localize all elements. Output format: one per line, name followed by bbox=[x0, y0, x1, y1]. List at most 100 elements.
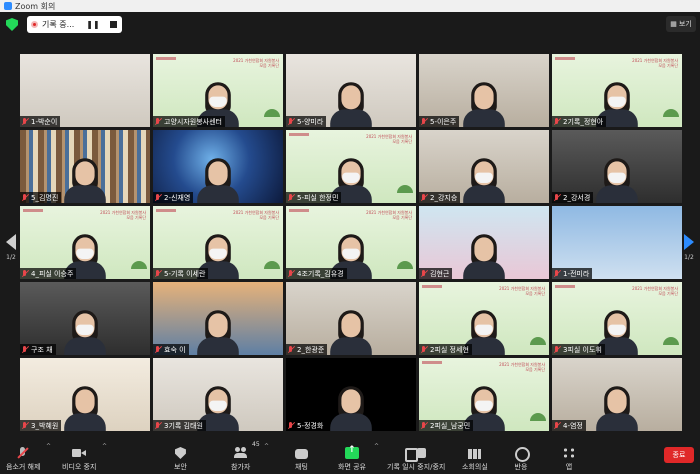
muted-mic-icon bbox=[21, 421, 29, 430]
record-control-label: 기록 일시 중지/중지 bbox=[387, 463, 446, 471]
participant-video bbox=[63, 153, 108, 203]
participant-tile[interactable]: 김현근 bbox=[419, 206, 549, 279]
participant-tile[interactable]: 5-양미라 bbox=[286, 54, 416, 127]
participant-tile[interactable]: 3기록 김태원 bbox=[153, 358, 283, 431]
participant-tile[interactable]: 구조 채 bbox=[20, 282, 150, 355]
security-button[interactable]: 보안 bbox=[174, 440, 187, 472]
participants-label: 참가자 bbox=[231, 463, 251, 471]
participant-tile[interactable]: 2_한광준 bbox=[286, 282, 416, 355]
chat-button[interactable]: 채팅 bbox=[295, 440, 308, 472]
participant-tile[interactable]: 2021 가천연합회 자원봉사 모음 기록단 4_피실 이승주 bbox=[20, 206, 150, 279]
participant-name-bar: 5-기록 이세란 bbox=[153, 268, 209, 279]
participant-tile[interactable]: 2021 가천연합회 자원봉사 모음 기록단 2기록_정현아 bbox=[552, 54, 682, 127]
muted-mic-icon bbox=[420, 117, 428, 126]
participant-tile[interactable]: 2021 가천연합회 자원봉사 모음 기록단고양시자원봉사센터 bbox=[153, 54, 283, 127]
muted-mic-icon bbox=[154, 269, 162, 278]
participant-tile[interactable]: 1-박순이 bbox=[20, 54, 150, 127]
stop-recording-icon[interactable] bbox=[109, 21, 117, 28]
virtual-background-banner: 2021 가천연합회 자원봉사 모음 기록단 bbox=[632, 286, 678, 296]
participant-name-bar: 2기록_정현아 bbox=[552, 116, 607, 127]
muted-mic-icon bbox=[553, 269, 561, 278]
muted-mic-icon bbox=[420, 269, 428, 278]
participant-tile[interactable]: 2-신재영 bbox=[153, 130, 283, 203]
muted-mic-icon bbox=[21, 117, 29, 126]
participants-chevron-icon[interactable]: ^ bbox=[264, 443, 269, 450]
apps-button[interactable]: 앱 bbox=[562, 440, 576, 472]
muted-mic-icon bbox=[287, 345, 295, 354]
participant-tile[interactable]: 효숙 이 bbox=[153, 282, 283, 355]
participant-name-bar: 4조기록_김유경 bbox=[286, 268, 347, 279]
end-meeting-button[interactable]: 종료 bbox=[664, 447, 694, 463]
muted-mic-icon bbox=[21, 269, 29, 278]
reactions-button[interactable]: 반응 bbox=[514, 440, 530, 472]
participant-video bbox=[462, 229, 507, 279]
audio-options-chevron-icon[interactable]: ^ bbox=[46, 443, 51, 450]
virtual-background-banner: 2021 가천연합회 자원봉사 모음 기록단 bbox=[233, 58, 279, 68]
unmute-button[interactable]: 음소거 해제 bbox=[6, 440, 40, 472]
record-dot-icon bbox=[31, 21, 38, 28]
pause-stop-recording-button[interactable]: 기록 일시 중지/중지 bbox=[387, 440, 445, 472]
pause-recording-icon[interactable]: ❚❚ bbox=[86, 20, 99, 29]
participant-name: 5-이은주 bbox=[430, 117, 457, 126]
organization-logo-icon bbox=[422, 285, 442, 288]
muted-mic-icon bbox=[287, 193, 295, 202]
virtual-background-banner: 2021 가천연합회 자원봉사 모음 기록단 bbox=[499, 286, 545, 296]
view-button[interactable]: ▦ 보기 bbox=[666, 16, 696, 32]
participant-tile[interactable]: 5-이은주 bbox=[419, 54, 549, 127]
participant-tile[interactable]: 4-염정 bbox=[552, 358, 682, 431]
participant-name: 3_박혜원 bbox=[31, 421, 59, 430]
muted-mic-icon bbox=[154, 345, 162, 354]
share-screen-button[interactable]: 화면 공유 bbox=[338, 440, 366, 472]
virtual-background-banner: 2021 가천연합회 자원봉사 모음 기록단 bbox=[632, 58, 678, 68]
participant-name-bar: 3기록 김태원 bbox=[153, 420, 206, 431]
participant-name: 3피실 이도휘 bbox=[563, 345, 602, 354]
participant-name: 2_강서경 bbox=[563, 193, 591, 202]
participant-video bbox=[462, 153, 507, 203]
participant-name: 1-박순이 bbox=[31, 117, 58, 126]
participant-name-bar: 2_한광준 bbox=[286, 344, 328, 355]
muted-mic-icon bbox=[553, 421, 561, 430]
participant-tile[interactable]: 2021 가천연합회 자원봉사 모음 기록단 5-기록 이세란 bbox=[153, 206, 283, 279]
participant-name-bar: 3_박혜원 bbox=[20, 420, 62, 431]
participant-tile[interactable]: 2021 가천연합회 자원봉사 모음 기록단 5-피실 한정민 bbox=[286, 130, 416, 203]
participants-count: 45 bbox=[252, 441, 260, 448]
participant-tile[interactable]: 1-전미라 bbox=[552, 206, 682, 279]
muted-mic-icon bbox=[420, 421, 428, 430]
next-page-indicator: 1/2 bbox=[684, 254, 694, 261]
security-label: 보안 bbox=[174, 463, 187, 471]
breakout-rooms-button[interactable]: 소회의실 bbox=[462, 440, 488, 472]
participant-video bbox=[595, 153, 640, 203]
participant-name-bar: 4-염정 bbox=[552, 420, 586, 431]
participant-tile[interactable]: 5-정경화 bbox=[286, 358, 416, 431]
participant-tile[interactable]: 2021 가천연합회 자원봉사 모음 기록단 4조기록_김유경 bbox=[286, 206, 416, 279]
participant-tile[interactable]: 2021 가천연합회 자원봉사 모음 기록단 2피실 정세현 bbox=[419, 282, 549, 355]
arrow-left-icon bbox=[6, 234, 16, 250]
muted-mic-icon bbox=[287, 421, 295, 430]
participant-name: 4-염정 bbox=[563, 421, 583, 430]
participant-video bbox=[462, 77, 507, 127]
participant-tile[interactable]: 3_박혜원 bbox=[20, 358, 150, 431]
participants-button[interactable]: 참가자 bbox=[231, 440, 250, 472]
participant-name: 고양시자원봉사센터 bbox=[164, 117, 222, 126]
security-icon bbox=[174, 447, 186, 459]
share-options-chevron-icon[interactable]: ^ bbox=[374, 443, 379, 450]
virtual-background-banner: 2021 가천연합회 자원봉사 모음 기록단 bbox=[499, 362, 545, 372]
chat-icon bbox=[295, 449, 308, 459]
participant-name: 2-신재영 bbox=[164, 193, 191, 202]
prev-page-button[interactable]: 1/2 bbox=[4, 234, 18, 274]
participant-tile[interactable]: 2_강지승 bbox=[419, 130, 549, 203]
view-button-label: 보기 bbox=[678, 20, 692, 28]
participant-tile[interactable]: 2021 가천연합회 자원봉사 모음 기록단 2피실_남궁민 bbox=[419, 358, 549, 431]
participant-tile[interactable]: 5_김명진 bbox=[20, 130, 150, 203]
zoom-logo-icon bbox=[4, 2, 12, 10]
security-shield-icon[interactable] bbox=[6, 18, 18, 31]
participant-video bbox=[63, 305, 108, 355]
participant-tile[interactable]: 2021 가천연합회 자원봉사 모음 기록단 3피실 이도휘 bbox=[552, 282, 682, 355]
virtual-background-banner: 2021 가천연합회 자원봉사 모음 기록단 bbox=[233, 210, 279, 220]
stop-video-button[interactable]: 비디오 중지 bbox=[62, 440, 96, 472]
next-page-button[interactable]: 1/2 bbox=[682, 234, 696, 274]
participant-tile[interactable]: 2_강서경 bbox=[552, 130, 682, 203]
participant-name-bar: 효숙 이 bbox=[153, 344, 189, 355]
video-options-chevron-icon[interactable]: ^ bbox=[102, 443, 107, 450]
participant-name: 5-양미라 bbox=[297, 117, 324, 126]
